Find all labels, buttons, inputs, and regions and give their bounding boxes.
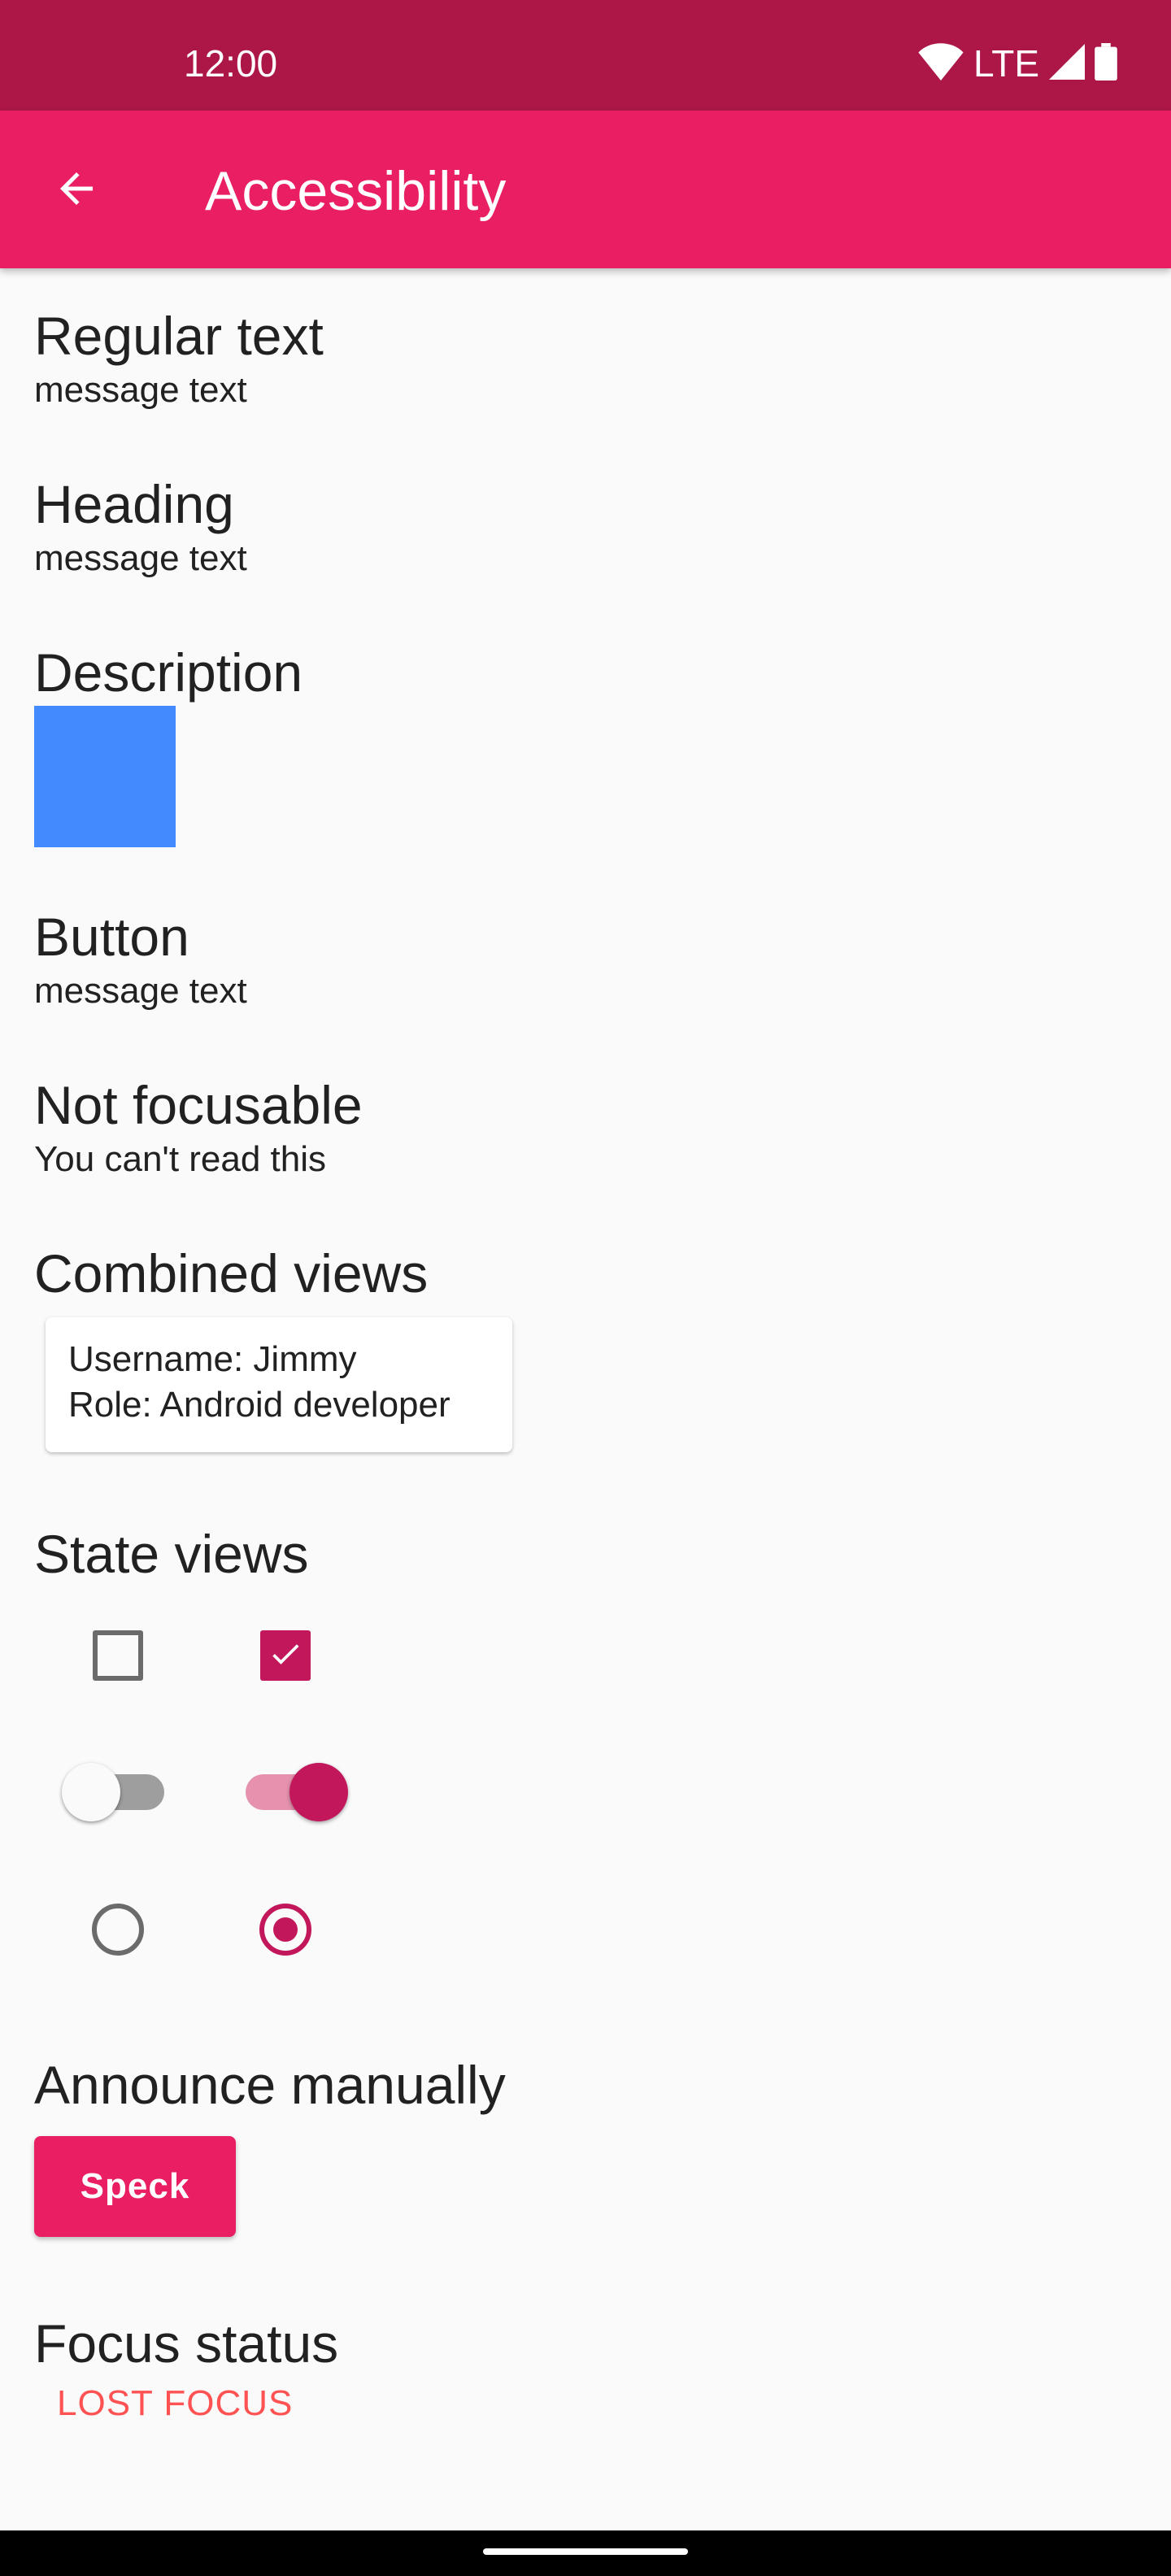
checkbox-checked[interactable] (260, 1630, 311, 1681)
status-bar: 12:00 LTE (0, 0, 1171, 111)
radio-unselected[interactable] (92, 1904, 144, 1956)
switch-on[interactable] (234, 1763, 348, 1821)
app-bar: Accessibility (0, 111, 1171, 268)
state-views-heading: State views (34, 1524, 309, 1584)
description-heading: Description (34, 642, 303, 703)
check-icon (268, 1636, 303, 1676)
page-title: Accessibility (205, 160, 507, 222)
back-button[interactable] (36, 150, 117, 231)
wifi-icon (918, 42, 964, 85)
heading-section-message: message text (34, 538, 247, 578)
switch-off[interactable] (62, 1763, 176, 1821)
announce-heading: Announce manually (34, 2055, 506, 2115)
description-image (34, 706, 176, 847)
regular-text-heading: Regular text (34, 306, 324, 366)
regular-text-message: message text (34, 370, 247, 410)
not-focusable-message: You can't read this (34, 1139, 327, 1179)
status-time: 12:00 (184, 42, 278, 85)
status-icons: LTE (918, 37, 1117, 89)
heading-section-heading: Heading (34, 474, 234, 534)
navigation-bar (0, 2530, 1171, 2576)
radio-selected[interactable] (259, 1904, 311, 1956)
focus-status-heading: Focus status (34, 2313, 339, 2374)
button-section-message[interactable]: message text (34, 968, 247, 1014)
arrow-back-icon (52, 164, 101, 217)
checkbox-unchecked[interactable] (93, 1630, 143, 1681)
cell-signal-icon (1049, 43, 1085, 84)
switch-thumb (62, 1763, 120, 1821)
combined-card: Username: Jimmy Role: Android developer (46, 1317, 512, 1452)
network-type: LTE (973, 42, 1039, 85)
username-text: Username: Jimmy (68, 1339, 357, 1379)
battery-icon (1095, 42, 1117, 85)
switch-thumb (289, 1763, 348, 1821)
speck-button[interactable]: Speck (34, 2136, 236, 2237)
gesture-handle[interactable] (483, 2548, 688, 2555)
combined-views-heading: Combined views (34, 1243, 429, 1303)
button-section-heading[interactable]: Button (34, 904, 189, 969)
focus-status-text: LOST FOCUS (57, 2383, 294, 2423)
radio-dot (273, 1917, 298, 1942)
role-text: Role: Android developer (68, 1385, 451, 1425)
not-focusable-heading: Not focusable (34, 1075, 363, 1135)
